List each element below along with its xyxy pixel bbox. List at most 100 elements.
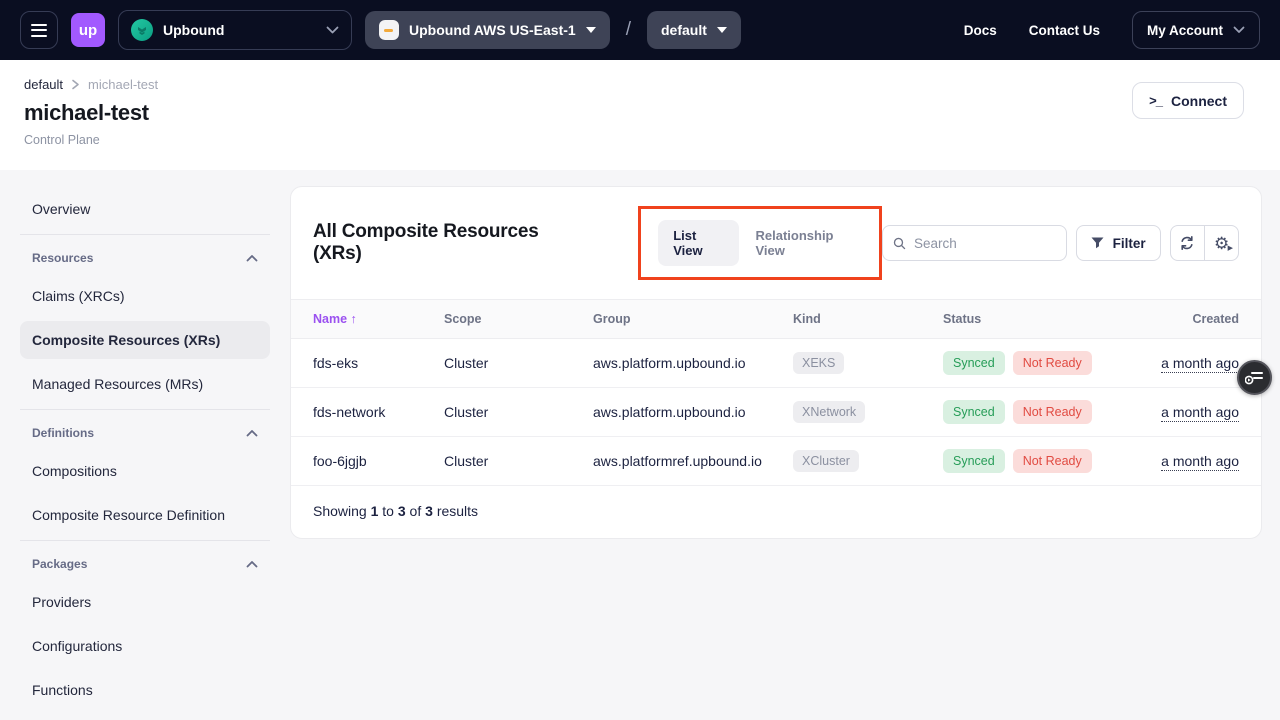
- sidebar-item-composite-resource-definition[interactable]: Composite Resource Definition: [20, 496, 270, 534]
- cell-name: fds-eks: [291, 339, 432, 388]
- list-view-tab[interactable]: List View: [658, 220, 739, 266]
- feedback-icon: [1245, 370, 1264, 385]
- kind-badge: XNetwork: [793, 401, 865, 423]
- cell-scope: Cluster: [432, 339, 581, 388]
- results-summary: Showing 1 to 3 of 3 results: [291, 486, 1261, 538]
- sidebar-item-compositions[interactable]: Compositions: [20, 452, 270, 490]
- cell-created: a month ago: [1131, 437, 1261, 486]
- cell-group: aws.platform.upbound.io: [581, 388, 781, 437]
- control-plane-name: Upbound AWS US-East-1: [409, 22, 576, 38]
- connect-button[interactable]: >_ Connect: [1132, 82, 1244, 119]
- sidebar-item-functions[interactable]: Functions: [20, 671, 270, 709]
- column-header-status[interactable]: Status: [931, 300, 1131, 339]
- divider: [20, 409, 270, 410]
- cell-scope: Cluster: [432, 388, 581, 437]
- cell-status: Synced Not Ready: [931, 388, 1131, 437]
- sidebar-item-providers[interactable]: Providers: [20, 583, 270, 621]
- column-header-created[interactable]: Created: [1131, 300, 1261, 339]
- menu-button[interactable]: [20, 11, 58, 49]
- synced-badge: Synced: [943, 449, 1005, 473]
- sidebar-section-definitions[interactable]: Definitions: [20, 423, 270, 443]
- organization-selector[interactable]: Upbound: [118, 10, 352, 50]
- top-navbar: up Upbound Upbound AWS US-East-1 / defau…: [0, 0, 1280, 60]
- chevron-up-icon: [246, 560, 258, 568]
- divider: [20, 540, 270, 541]
- relationship-view-tab[interactable]: Relationship View: [744, 220, 867, 266]
- column-header-kind[interactable]: Kind: [781, 300, 931, 339]
- not-ready-badge: Not Ready: [1013, 449, 1092, 473]
- my-account-button[interactable]: My Account: [1132, 11, 1260, 49]
- table-row[interactable]: foo-6jgjb Cluster aws.platformref.upboun…: [291, 437, 1261, 486]
- my-account-label: My Account: [1147, 23, 1223, 38]
- search-input[interactable]: [914, 236, 1056, 251]
- sidebar-item-configurations[interactable]: Configurations: [20, 627, 270, 665]
- cell-kind: XEKS: [781, 339, 931, 388]
- docs-link[interactable]: Docs: [964, 23, 997, 38]
- not-ready-badge: Not Ready: [1013, 351, 1092, 375]
- search-box[interactable]: [882, 225, 1067, 261]
- breadcrumb-parent[interactable]: default: [24, 77, 63, 92]
- feedback-widget-button[interactable]: [1237, 360, 1272, 395]
- sidebar-item-overview[interactable]: Overview: [20, 190, 270, 228]
- synced-badge: Synced: [943, 400, 1005, 424]
- chevron-up-icon: [246, 429, 258, 437]
- page-header: default michael-test michael-test Contro…: [0, 60, 1280, 170]
- search-icon: [893, 236, 906, 251]
- cell-group: aws.platform.upbound.io: [581, 339, 781, 388]
- sidebar-item-claims[interactable]: Claims (XRCs): [20, 277, 270, 315]
- auto-refresh-settings-button[interactable]: ⚙ ▶: [1204, 226, 1238, 260]
- breadcrumb: default michael-test: [24, 77, 1256, 92]
- composite-resources-card: All Composite Resources (XRs) List View …: [290, 186, 1262, 539]
- card-title: All Composite Resources (XRs): [313, 221, 574, 265]
- upbound-logo[interactable]: up: [71, 13, 105, 47]
- filter-button[interactable]: Filter: [1076, 225, 1161, 261]
- chevron-down-icon: [326, 26, 339, 34]
- sidebar-section-packages[interactable]: Packages: [20, 554, 270, 574]
- filter-funnel-icon: [1091, 237, 1104, 249]
- chevron-down-icon: [1233, 26, 1245, 34]
- cell-kind: XNetwork: [781, 388, 931, 437]
- filter-label: Filter: [1113, 236, 1146, 251]
- org-avatar-glyph: [136, 24, 148, 36]
- group-selector[interactable]: default: [647, 11, 741, 49]
- cell-name: foo-6jgjb: [291, 437, 432, 486]
- relative-time[interactable]: a month ago: [1161, 355, 1239, 373]
- control-plane-icon: [379, 20, 399, 40]
- column-header-name[interactable]: Name ↑: [291, 300, 432, 339]
- divider: [20, 234, 270, 235]
- sidebar: Overview Resources Claims (XRCs) Composi…: [0, 170, 290, 720]
- page-subtitle: Control Plane: [24, 133, 1256, 147]
- connect-label: Connect: [1171, 93, 1227, 109]
- column-header-scope[interactable]: Scope: [432, 300, 581, 339]
- cell-created: a month ago: [1131, 388, 1261, 437]
- table-header-row: Name ↑ Scope Group Kind Status Created: [291, 300, 1261, 339]
- org-name: Upbound: [163, 22, 224, 38]
- table-row[interactable]: fds-eks Cluster aws.platform.upbound.io …: [291, 339, 1261, 388]
- path-separator: /: [623, 19, 634, 41]
- contact-us-link[interactable]: Contact Us: [1029, 23, 1100, 38]
- sidebar-section-resources[interactable]: Resources: [20, 248, 270, 268]
- column-header-group[interactable]: Group: [581, 300, 781, 339]
- composite-resources-table: Name ↑ Scope Group Kind Status Created: [291, 299, 1261, 486]
- chevron-down-icon: [717, 27, 727, 33]
- cell-name: fds-network: [291, 388, 432, 437]
- relative-time[interactable]: a month ago: [1161, 404, 1239, 422]
- sort-ascending-icon: ↑: [351, 312, 357, 326]
- group-name: default: [661, 22, 707, 38]
- app-root: up Upbound Upbound AWS US-East-1 / defau…: [0, 0, 1280, 720]
- table-row[interactable]: fds-network Cluster aws.platform.upbound…: [291, 388, 1261, 437]
- control-plane-selector[interactable]: Upbound AWS US-East-1: [365, 11, 610, 49]
- org-avatar: [131, 19, 153, 41]
- sidebar-item-managed-resources[interactable]: Managed Resources (MRs): [20, 365, 270, 403]
- sidebar-item-composite-resources[interactable]: Composite Resources (XRs): [20, 321, 270, 359]
- cell-status: Synced Not Ready: [931, 437, 1131, 486]
- refresh-icon: [1179, 235, 1195, 251]
- chevron-up-icon: [246, 254, 258, 262]
- refresh-button[interactable]: [1171, 226, 1205, 260]
- cell-scope: Cluster: [432, 437, 581, 486]
- page-title: michael-test: [24, 100, 1256, 126]
- relative-time[interactable]: a month ago: [1161, 453, 1239, 471]
- play-icon: ▶: [1228, 244, 1233, 252]
- not-ready-badge: Not Ready: [1013, 400, 1092, 424]
- chevron-down-icon: [586, 27, 596, 33]
